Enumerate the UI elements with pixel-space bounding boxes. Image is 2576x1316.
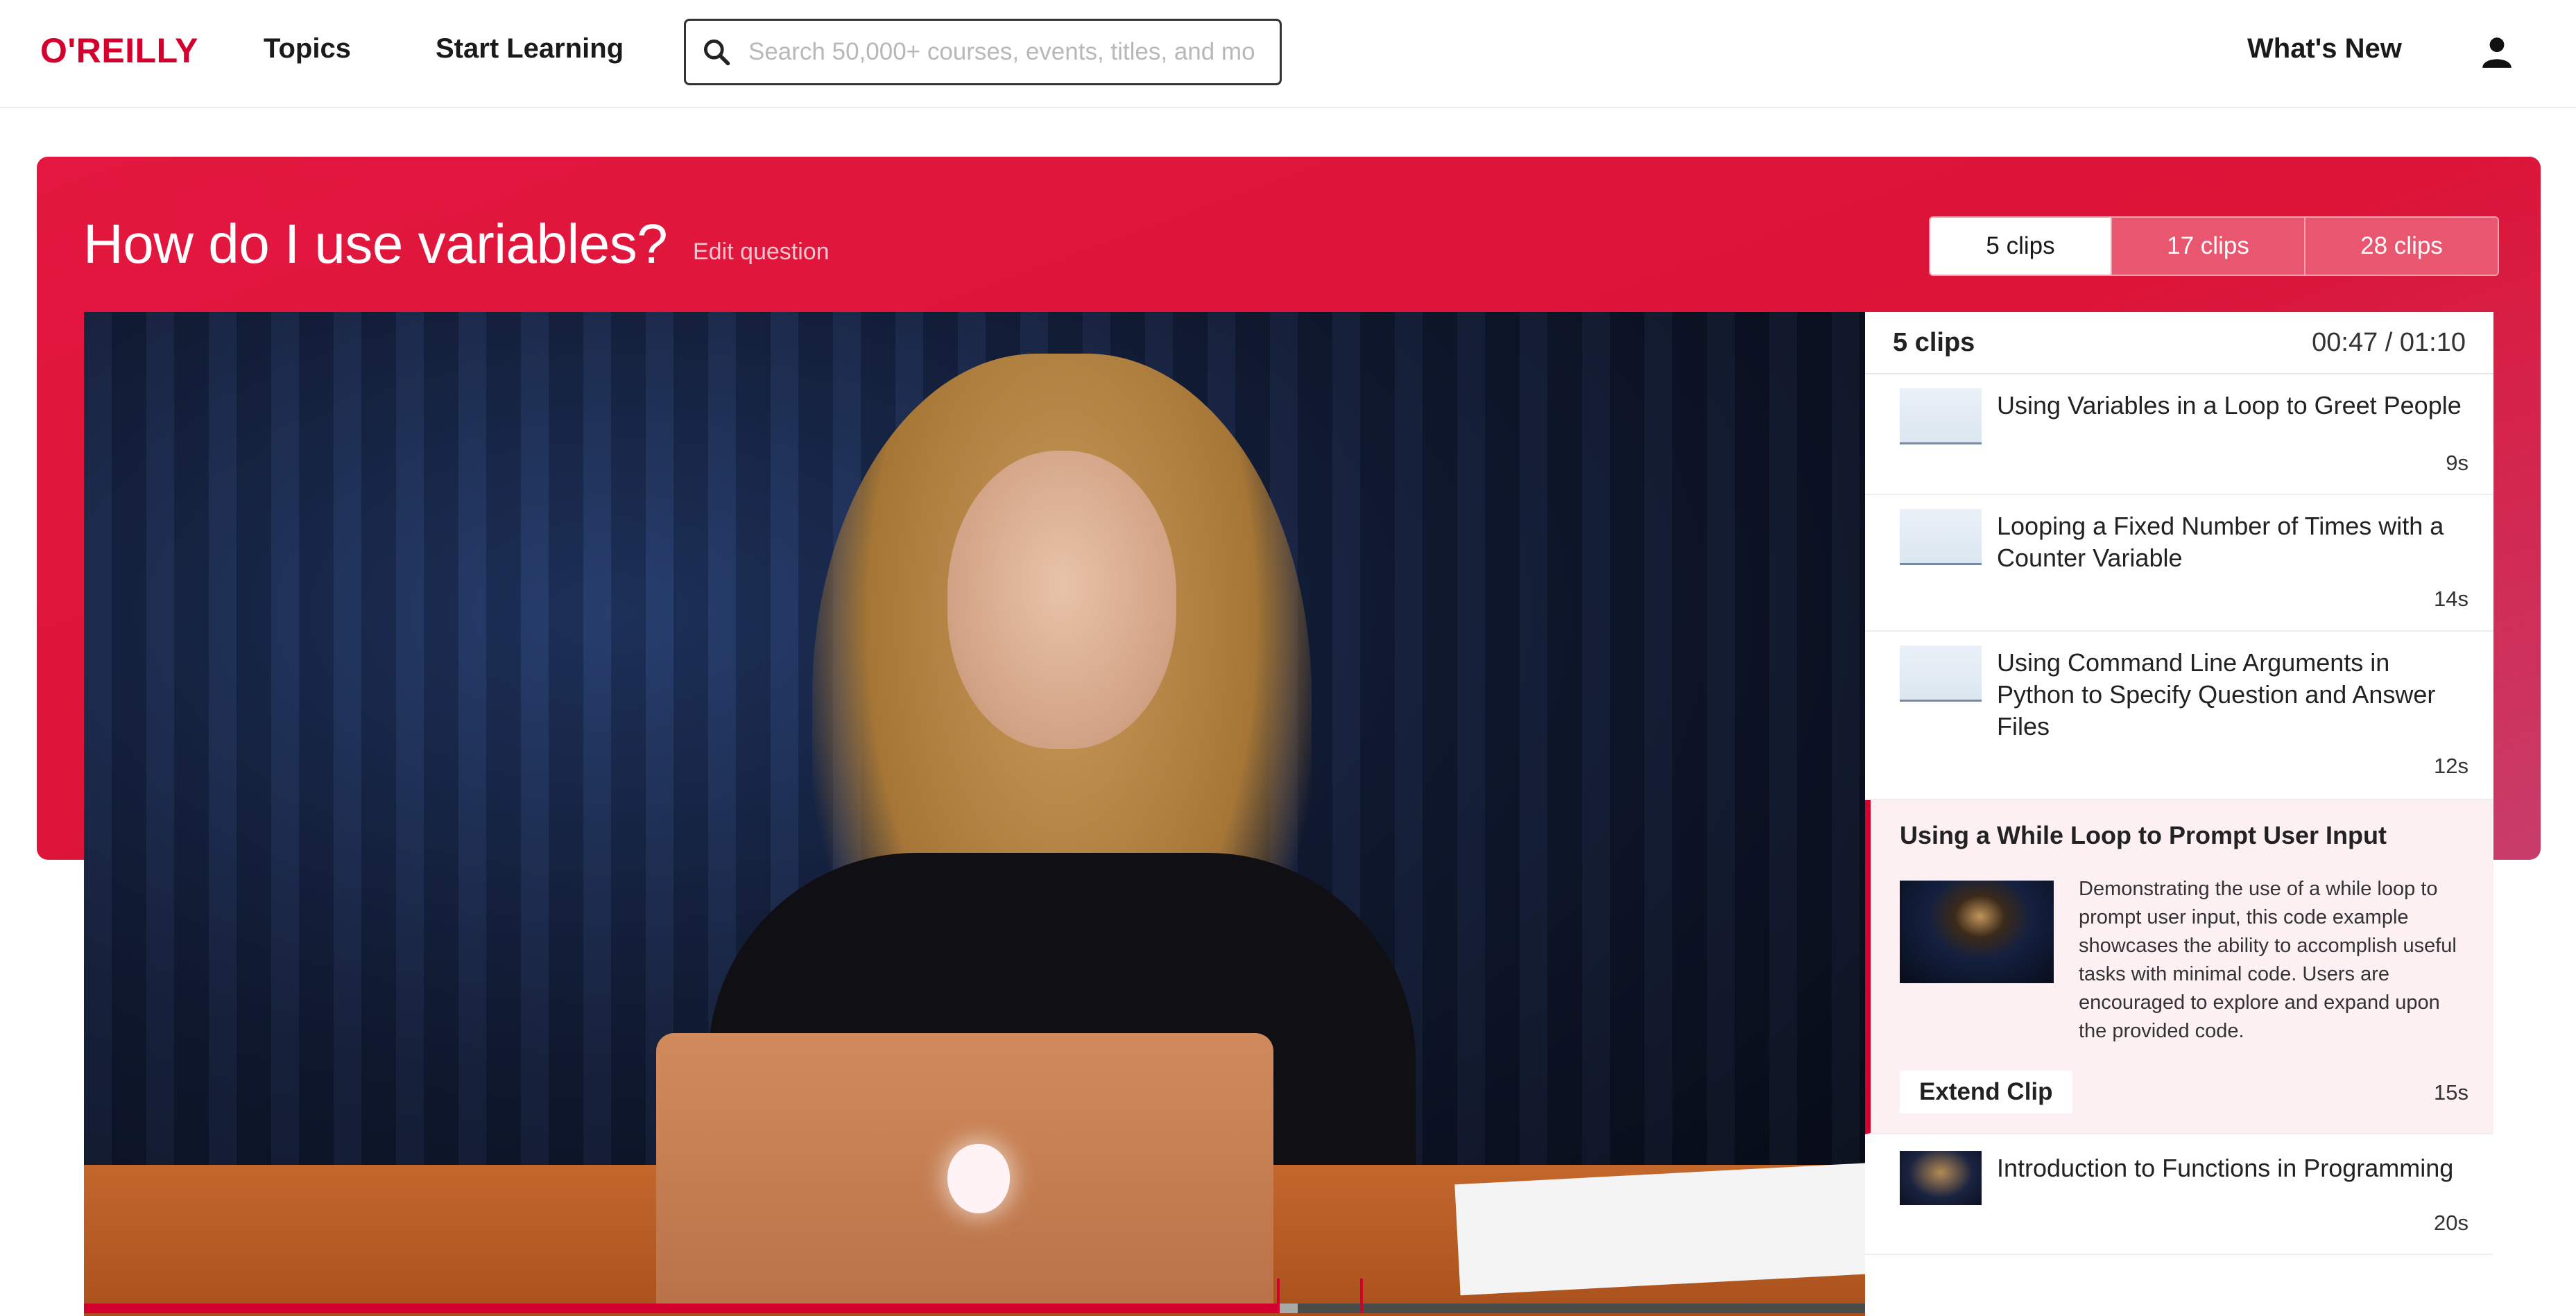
tab-28-clips[interactable]: 28 clips xyxy=(2304,218,2498,275)
clip-count-tabs: 5 clips 17 clips 28 clips xyxy=(1929,216,2499,276)
clip-duration: 9s xyxy=(2446,451,2468,475)
search-icon xyxy=(704,40,730,66)
clip-item[interactable]: Using Variables in a Loop to Greet Peopl… xyxy=(1865,374,2493,495)
clip-item[interactable]: Using Command Line Arguments in Python t… xyxy=(1865,632,2493,800)
clip-title: Introduction to Functions in Programming xyxy=(1997,1154,2454,1182)
clip-thumbnail xyxy=(1900,388,1982,444)
search-box xyxy=(684,19,1282,85)
video-progress-bar[interactable] xyxy=(84,1279,1865,1313)
active-clip-title: Using a While Loop to Prompt User Input xyxy=(1900,821,2387,849)
nav-topics[interactable]: Topics xyxy=(264,33,351,64)
clip-title: Using Command Line Arguments in Python t… xyxy=(1997,648,2436,741)
edit-question-link[interactable]: Edit question xyxy=(693,239,830,266)
extend-clip-button[interactable]: Extend Clip xyxy=(1900,1071,2072,1114)
clip-item[interactable]: Introduction to Functions in Programming… xyxy=(1865,1134,2493,1255)
clip-duration: 15s xyxy=(2434,1080,2468,1105)
clip-item-active[interactable]: Using a While Loop to Prompt User Input … xyxy=(1865,800,2493,1134)
clip-thumbnail xyxy=(1900,1151,1982,1205)
oreilly-logo[interactable]: O'REILLY xyxy=(40,31,198,71)
clip-duration: 12s xyxy=(2434,754,2468,778)
playback-time: 00:47 / 01:10 xyxy=(2312,328,2466,358)
clip-thumbnail xyxy=(1900,509,1982,565)
clip-list-header: 5 clips 00:47 / 01:10 xyxy=(1865,312,2493,374)
nav-start-learning[interactable]: Start Learning xyxy=(436,33,624,64)
clip-item[interactable]: Looping a Fixed Number of Times with a C… xyxy=(1865,495,2493,632)
active-clip-description: Demonstrating the use of a while loop to… xyxy=(2079,878,2457,1042)
total-time: / 01:10 xyxy=(2385,327,2466,357)
clip-duration: 20s xyxy=(2434,1211,2468,1235)
clip-list-panel: 5 clips 00:47 / 01:10 Using Variables in… xyxy=(1865,312,2493,1316)
search-input[interactable] xyxy=(747,37,1277,67)
video-progress-fill xyxy=(84,1304,1278,1313)
clip-thumbnail xyxy=(1900,646,1982,702)
tab-5-clips[interactable]: 5 clips xyxy=(1930,218,2111,275)
user-icon xyxy=(2482,37,2511,68)
nav-whats-new[interactable]: What's New xyxy=(2247,33,2402,64)
question-title: How do I use variables? xyxy=(83,213,668,275)
video-presenter-face xyxy=(947,451,1176,749)
clip-duration: 14s xyxy=(2434,587,2468,611)
top-navigation: O'REILLY Topics Start Learning What's Ne… xyxy=(0,0,2576,108)
clip-title: Looping a Fixed Number of Times with a C… xyxy=(1997,512,2444,572)
user-account-button[interactable] xyxy=(2480,35,2514,73)
clip-count-label: 5 clips xyxy=(1893,327,1975,357)
clip-end-marker xyxy=(1360,1279,1363,1313)
current-time: 00:47 xyxy=(2312,327,2378,357)
clip-title: Using Variables in a Loop to Greet Peopl… xyxy=(1997,391,2462,419)
tab-17-clips[interactable]: 17 clips xyxy=(2111,218,2304,275)
video-player[interactable] xyxy=(84,312,1865,1316)
active-clip-thumbnail xyxy=(1900,881,2054,983)
clip-start-marker xyxy=(1277,1279,1280,1313)
apple-logo-icon xyxy=(947,1144,1010,1213)
